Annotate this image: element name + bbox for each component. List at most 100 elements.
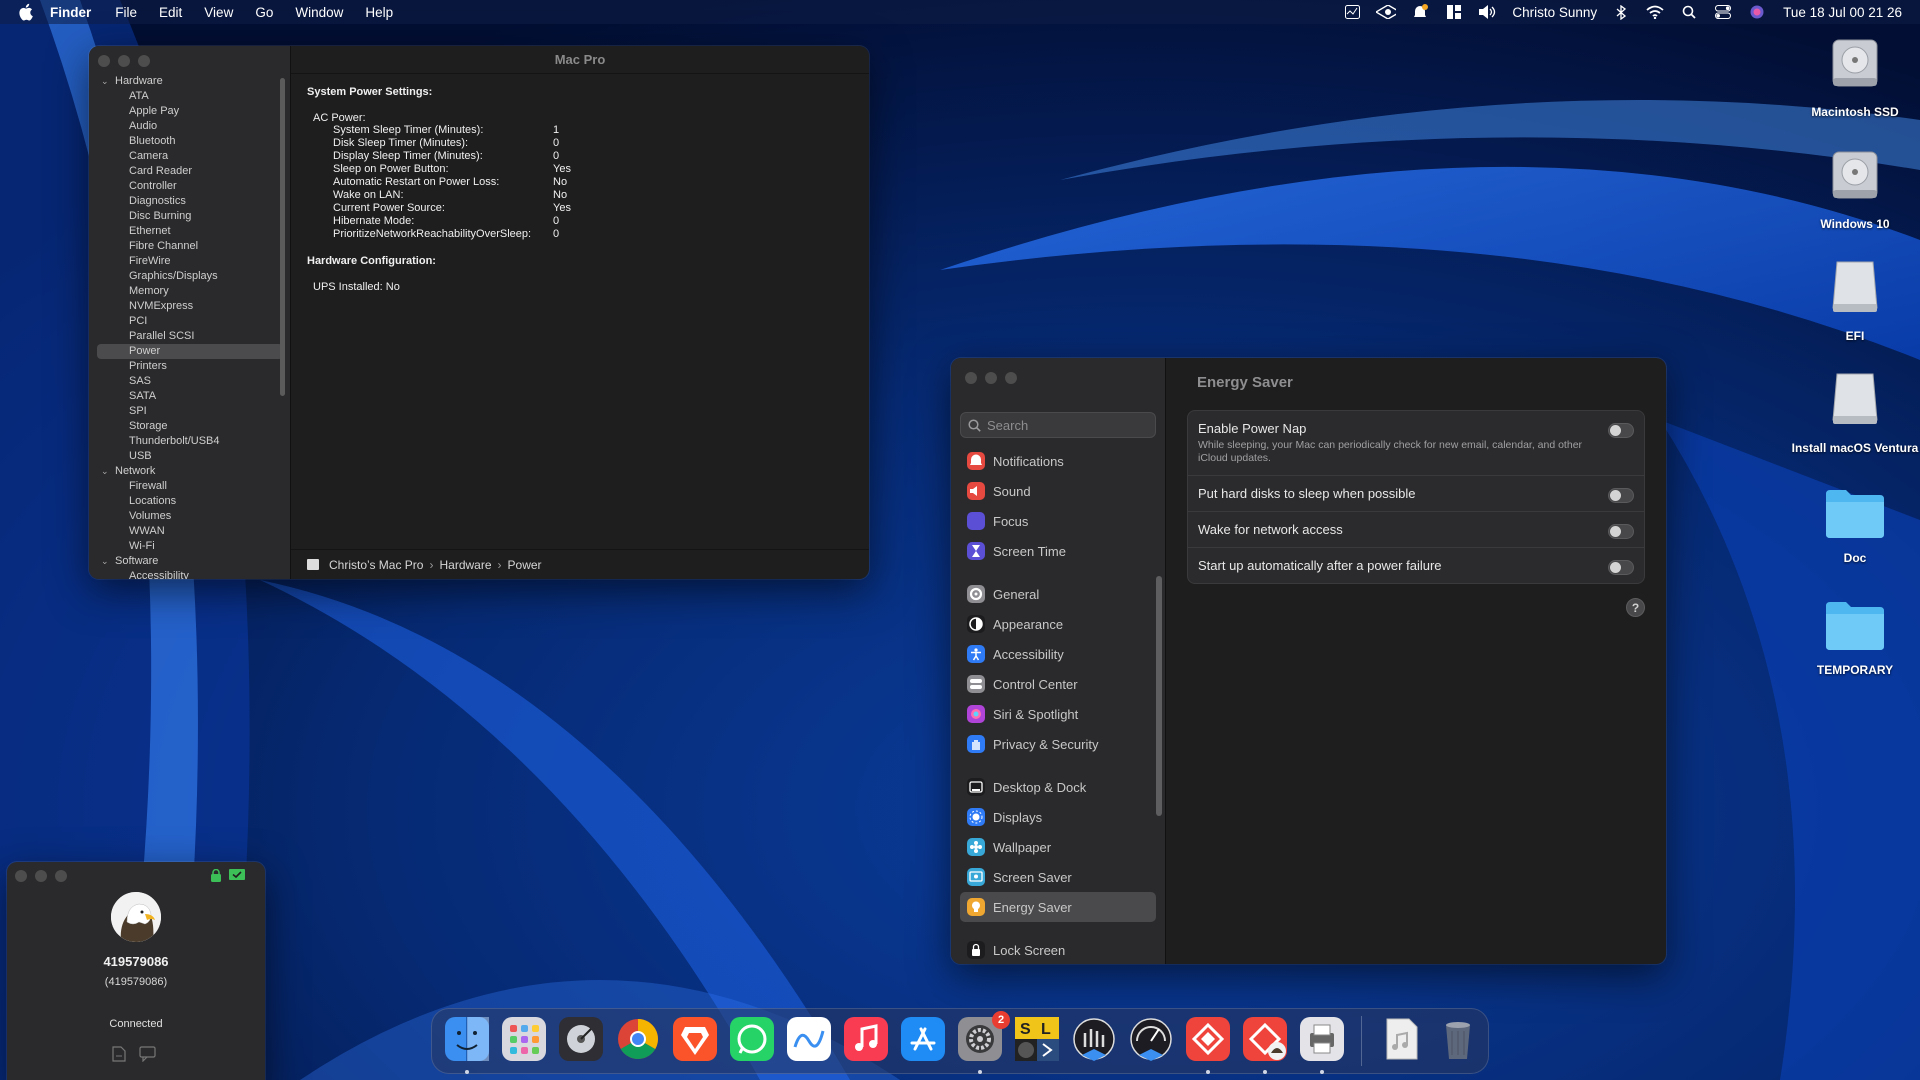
chevron-down-icon[interactable]: ⌄ (101, 74, 111, 89)
tree-item[interactable]: Locations (97, 494, 283, 509)
notification-icon[interactable] (1410, 4, 1430, 20)
sidebar-item-appearance[interactable]: Appearance (960, 609, 1156, 639)
sidebar-item-lock-screen[interactable]: Lock Screen (960, 935, 1156, 964)
auto-restart-toggle[interactable] (1608, 560, 1634, 575)
menu-go[interactable]: Go (255, 5, 273, 20)
search-input[interactable] (987, 417, 1147, 433)
universal-audio-icon[interactable] (1376, 4, 1397, 20)
sidebar-item-control-center[interactable]: Control Center (960, 669, 1156, 699)
sidebar-item-wallpaper[interactable]: Wallpaper (960, 832, 1156, 862)
tree-item[interactable]: Fibre Channel (97, 239, 283, 254)
tree-item[interactable]: Apple Pay (97, 104, 283, 119)
sidebar-item-privacy-security[interactable]: Privacy & Security (960, 729, 1156, 759)
settings-search[interactable] (960, 412, 1156, 438)
help-button[interactable]: ? (1626, 598, 1645, 617)
dock-app-anydesk[interactable] (1182, 1015, 1234, 1074)
spotlight-search-icon[interactable] (1679, 4, 1699, 20)
dock-app-music-document[interactable] (1375, 1015, 1427, 1067)
tree-item[interactable]: Volumes (97, 509, 283, 524)
desktop-item[interactable]: Install macOS Ventura (1790, 370, 1920, 456)
tree-item[interactable]: Bluetooth (97, 134, 283, 149)
sidebar-item-sound[interactable]: Sound (960, 476, 1156, 506)
path-power[interactable]: Power (508, 558, 542, 572)
tree-item[interactable]: Accessibility (97, 569, 283, 579)
chevron-down-icon[interactable]: ⌄ (101, 464, 111, 479)
tree-item[interactable]: ATA (97, 89, 283, 104)
tree-category[interactable]: ⌄ Hardware (97, 74, 283, 89)
desktop-item[interactable]: Macintosh SSD (1790, 34, 1920, 120)
dock-app-printer[interactable] (1296, 1015, 1348, 1074)
tree-item[interactable]: NVMExpress (97, 299, 283, 314)
sidebar-item-siri-spotlight[interactable]: Siri & Spotlight (960, 699, 1156, 729)
sidebar-item-screen-time[interactable]: Screen Time (960, 536, 1156, 566)
menu-file[interactable]: File (115, 5, 137, 20)
sidebar-item-screen-saver[interactable]: Screen Saver (960, 862, 1156, 892)
volume-icon[interactable] (1478, 4, 1498, 20)
tree-item[interactable]: Thunderbolt/USB4 (97, 434, 283, 449)
sidebar-item-general[interactable]: General (960, 579, 1156, 609)
tree-item[interactable]: SATA (97, 389, 283, 404)
dock-app-freeform[interactable] (783, 1015, 835, 1067)
dock-app-gauge[interactable] (1125, 1015, 1177, 1067)
desktop-item[interactable]: EFI (1790, 258, 1920, 344)
tree-item[interactable]: SPI (97, 404, 283, 419)
menu-clock[interactable]: Tue 18 Jul 00 21 26 (1783, 5, 1902, 20)
dock-app-finder[interactable] (441, 1015, 493, 1074)
user-name[interactable]: Christo Sunny (1512, 5, 1597, 20)
sidebar-scrollbar[interactable] (1156, 576, 1162, 816)
tree-item[interactable]: Disc Burning (97, 209, 283, 224)
wifi-icon[interactable] (1645, 4, 1665, 20)
sidebar-item-focus[interactable]: Focus (960, 506, 1156, 536)
tree-item[interactable]: Card Reader (97, 164, 283, 179)
tree-item[interactable]: Graphics/Displays (97, 269, 283, 284)
desktop-item[interactable]: Doc (1790, 486, 1920, 566)
dock-app-brave[interactable] (669, 1015, 721, 1067)
minimize-button[interactable] (35, 870, 47, 882)
tree-item[interactable]: USB (97, 449, 283, 464)
tree-item[interactable]: PCI (97, 314, 283, 329)
sidebar-item-notifications[interactable]: Notifications (960, 446, 1156, 476)
bluetooth-icon[interactable] (1611, 4, 1631, 20)
tree-item[interactable]: Firewall (97, 479, 283, 494)
tree-item[interactable]: WWAN (97, 524, 283, 539)
close-button[interactable] (15, 870, 27, 882)
dock-app-audio-mixer[interactable] (1068, 1015, 1120, 1067)
chat-icon[interactable] (139, 1046, 157, 1062)
wake-network-toggle[interactable] (1608, 524, 1634, 539)
close-button[interactable] (98, 55, 110, 67)
minimize-button[interactable] (118, 55, 130, 67)
close-button[interactable] (965, 372, 977, 384)
tree-item[interactable]: Diagnostics (97, 194, 283, 209)
layout-icon[interactable] (1444, 4, 1464, 20)
dock-app-sl-utility[interactable]: SL (1011, 1015, 1063, 1067)
tree-item[interactable]: Storage (97, 419, 283, 434)
file-transfer-icon[interactable] (111, 1046, 129, 1062)
sidebar-scrollbar[interactable] (280, 78, 285, 396)
menu-app-name[interactable]: Finder (50, 5, 91, 20)
dock-app-chrome[interactable] (612, 1015, 664, 1067)
dock-app-whatsapp[interactable] (726, 1015, 778, 1067)
sidebar-item-displays[interactable]: Displays (960, 802, 1156, 832)
tree-category[interactable]: ⌄ Network (97, 464, 283, 479)
tree-item[interactable]: Ethernet (97, 224, 283, 239)
minimize-button[interactable] (985, 372, 997, 384)
tree-item[interactable]: SAS (97, 374, 283, 389)
chevron-down-icon[interactable]: ⌄ (101, 554, 111, 569)
tree-item[interactable]: FireWire (97, 254, 283, 269)
tree-item[interactable]: Parallel SCSI (97, 329, 283, 344)
menu-help[interactable]: Help (365, 5, 393, 20)
control-center-icon[interactable] (1713, 4, 1733, 20)
tree-item[interactable]: Power (97, 344, 283, 359)
tree-category[interactable]: ⌄ Software (97, 554, 283, 569)
desktop-item[interactable]: TEMPORARY (1790, 598, 1920, 678)
sidebar-item-energy-saver[interactable]: Energy Saver (960, 892, 1156, 922)
apple-logo-icon[interactable] (18, 3, 36, 21)
tree-item[interactable]: Audio (97, 119, 283, 134)
disk-sleep-toggle[interactable] (1608, 488, 1634, 503)
activity-monitor-icon[interactable] (1342, 4, 1362, 20)
zoom-button[interactable] (55, 870, 67, 882)
menu-window[interactable]: Window (295, 5, 343, 20)
siri-icon[interactable] (1747, 4, 1767, 20)
path-hardware[interactable]: Hardware (439, 558, 491, 572)
sidebar-item-accessibility[interactable]: Accessibility (960, 639, 1156, 669)
